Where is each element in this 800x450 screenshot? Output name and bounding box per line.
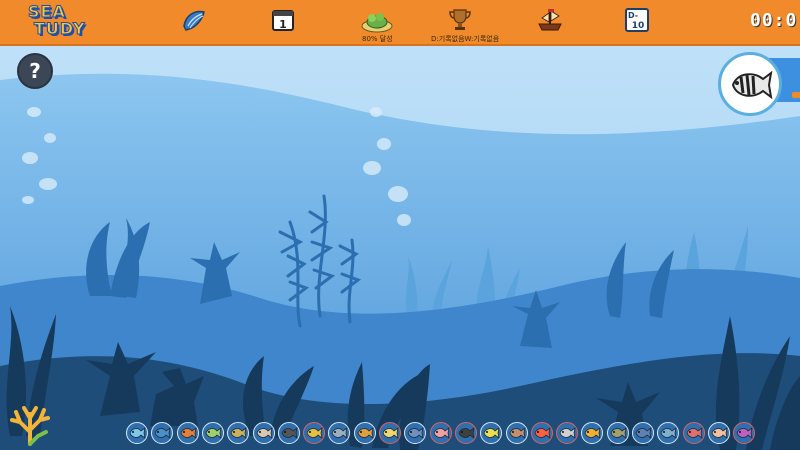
fish-slot-icon <box>180 427 197 439</box>
coral-button[interactable] <box>8 402 52 446</box>
coral-icon <box>10 406 50 446</box>
fish-slot-icon <box>306 427 323 439</box>
calendar-icon[interactable]: 1 <box>269 6 297 34</box>
fish-slot-icon <box>129 427 146 439</box>
fish-slot-icon <box>534 427 551 439</box>
top-bar: SEA TUDY 1 80% 달성 D:기록없음W:기록없음 D- 10 00:… <box>0 0 800 46</box>
shell-icon[interactable] <box>180 6 208 34</box>
fish-slot-icon <box>509 427 526 439</box>
target-fish[interactable] <box>718 52 782 116</box>
dday-icon[interactable]: D- 10 <box>624 6 652 34</box>
fish-slot[interactable] <box>707 422 730 444</box>
logo-line-1: SEA <box>28 2 66 21</box>
fish-slot-icon <box>610 427 627 439</box>
fish-slot-icon <box>205 427 222 439</box>
fish-slot-icon <box>433 427 450 439</box>
fish-slot-icon <box>256 427 273 439</box>
calendar-day: 1 <box>279 18 287 31</box>
fish-slot-icon <box>407 427 424 439</box>
fish-slot-icon <box>660 427 677 439</box>
fish-slot[interactable] <box>530 422 553 444</box>
fish-slot[interactable] <box>353 422 376 444</box>
fish-slot[interactable] <box>379 422 401 444</box>
fish-slot-icon <box>154 427 171 439</box>
fish-slot[interactable] <box>632 422 654 444</box>
fish-slot-icon <box>230 427 247 439</box>
logo-line-2: TUDY <box>34 19 86 38</box>
fish-icon <box>731 70 773 100</box>
fish-slot[interactable] <box>429 422 452 444</box>
fish-slot-icon <box>711 427 728 439</box>
fish-slot[interactable] <box>126 422 148 444</box>
fish-slot-icon <box>458 427 475 439</box>
dday-number: 10 <box>632 21 645 31</box>
dday-top: D- <box>628 11 638 20</box>
fish-slot-icon <box>331 427 348 439</box>
record-label: D:기록없음W:기록없음 <box>431 35 500 43</box>
fish-progress-bar <box>792 92 800 98</box>
fish-slot[interactable] <box>606 422 629 444</box>
underwater-scene <box>0 46 800 450</box>
island-icon[interactable] <box>360 6 394 34</box>
fish-slot-icon <box>357 427 374 439</box>
fish-slot-icon <box>483 427 500 439</box>
fish-slot-icon <box>686 427 703 439</box>
trophy-icon[interactable] <box>446 6 474 34</box>
fish-slot[interactable] <box>277 422 300 444</box>
fish-slot-icon <box>281 427 298 439</box>
ship-icon[interactable] <box>536 6 564 34</box>
help-button[interactable]: ? <box>17 53 53 89</box>
fish-slot[interactable] <box>176 422 199 444</box>
fish-slot-icon <box>382 427 399 439</box>
fish-slot[interactable] <box>682 422 705 444</box>
fish-slot[interactable] <box>252 422 275 444</box>
study-timer: 00:0 <box>750 10 798 31</box>
progress-label: 80% 달성 <box>362 35 393 43</box>
fish-slot[interactable] <box>201 422 224 444</box>
fish-slot[interactable] <box>505 422 528 444</box>
fish-slot[interactable] <box>556 422 579 444</box>
app-logo[interactable]: SEA TUDY <box>28 3 94 41</box>
fish-slot-icon <box>635 427 652 439</box>
fish-slot-icon <box>736 427 753 439</box>
fish-slot-icon <box>584 427 601 439</box>
fish-slot[interactable] <box>454 422 477 444</box>
fish-slot-icon <box>559 427 576 439</box>
fish-slot[interactable] <box>303 422 326 444</box>
